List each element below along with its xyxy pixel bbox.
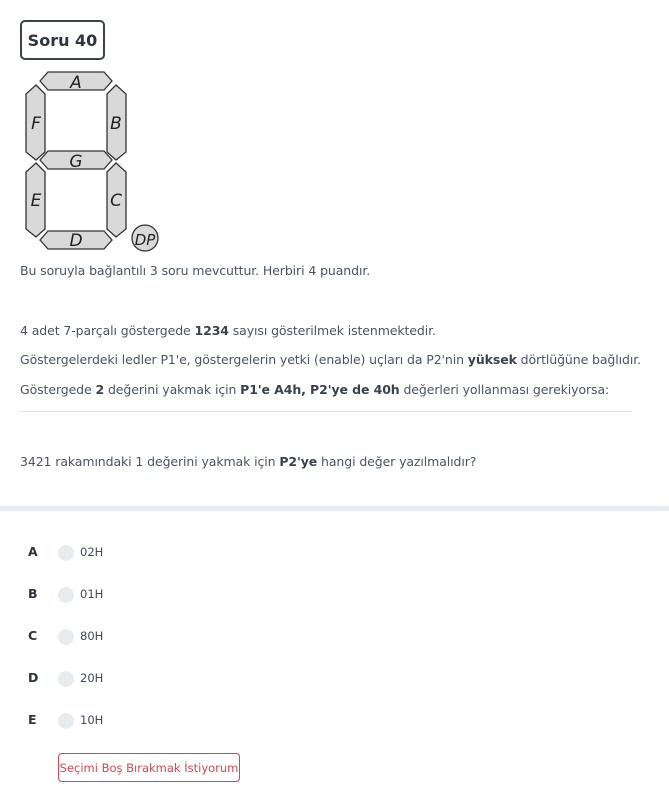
segment-label-c: C xyxy=(110,191,122,211)
option-letter: B xyxy=(28,586,38,601)
clear-selection-button[interactable]: Seçimi Boş Bırakmak İstiyorum xyxy=(58,753,240,782)
option-value: 01H xyxy=(80,587,104,601)
option-a[interactable]: A 02H xyxy=(0,542,669,564)
question-number-badge: Soru 40 xyxy=(20,20,105,60)
option-letter: E xyxy=(28,712,37,727)
question-paragraph-1: 4 adet 7-parçalı göstergede 1234 sayısı … xyxy=(20,323,436,338)
option-e[interactable]: E 10H xyxy=(0,710,669,732)
divider xyxy=(20,411,632,412)
section-separator xyxy=(0,506,669,511)
seven-segment-diagram: A F B G E C D DP xyxy=(25,71,159,252)
question-paragraph-3: Göstergede 2 değerini yakmak için P1'e A… xyxy=(20,382,610,397)
segment-label-g: G xyxy=(69,152,82,172)
option-letter: C xyxy=(28,628,38,643)
option-d[interactable]: D 20H xyxy=(0,668,669,690)
radio-button[interactable] xyxy=(58,545,74,561)
segment-label-a: A xyxy=(69,73,82,93)
option-b[interactable]: B 01H xyxy=(0,584,669,606)
question-paragraph-2: Göstergelerdeki ledler P1'e, göstergeler… xyxy=(20,352,641,367)
segment-label-f: F xyxy=(31,114,41,134)
option-value: 10H xyxy=(80,713,104,727)
radio-button[interactable] xyxy=(58,671,74,687)
segment-label-d: D xyxy=(69,231,82,251)
radio-button[interactable] xyxy=(58,629,74,645)
radio-button[interactable] xyxy=(58,713,74,729)
option-value: 20H xyxy=(80,671,104,685)
option-letter: A xyxy=(28,544,38,559)
option-value: 80H xyxy=(80,629,104,643)
segment-label-dp: DP xyxy=(135,231,157,249)
radio-button[interactable] xyxy=(58,587,74,603)
segment-label-b: B xyxy=(110,114,122,134)
segment-label-e: E xyxy=(31,191,42,211)
option-c[interactable]: C 80H xyxy=(0,626,669,648)
question-intro: Bu soruyla bağlantılı 3 soru mevcuttur. … xyxy=(20,263,371,278)
option-value: 02H xyxy=(80,545,104,559)
option-letter: D xyxy=(28,670,39,685)
question-ask: 3421 rakamındaki 1 değerini yakmak için … xyxy=(20,454,477,469)
